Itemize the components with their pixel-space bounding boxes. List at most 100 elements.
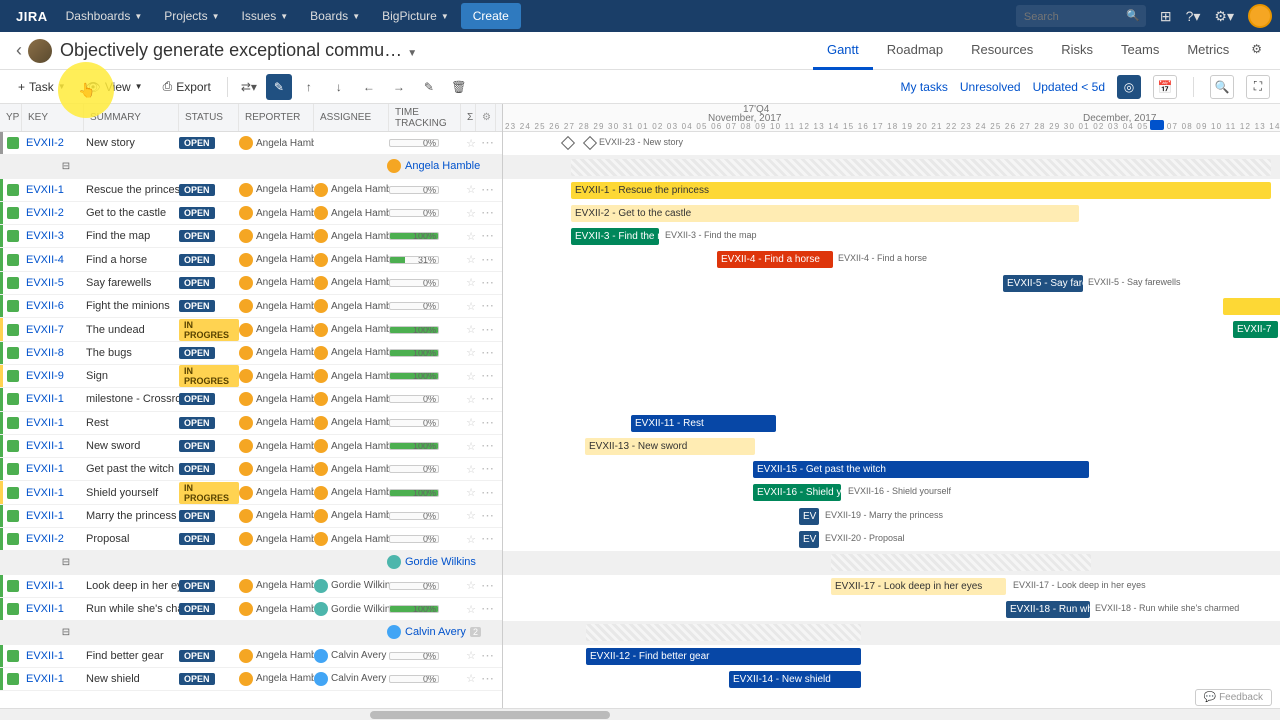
gantt-row[interactable] <box>503 388 1280 411</box>
task-row[interactable]: EVXII-2 Proposal OPEN Angela Hamble Ange… <box>0 528 502 551</box>
feedback-button[interactable]: 💬 Feedback <box>1195 689 1272 706</box>
group-row[interactable]: ⊟ Calvin Avery 2 <box>0 621 502 644</box>
gantt-bar[interactable]: EVXII-11 - Rest <box>631 415 776 432</box>
milestone-icon[interactable] <box>561 136 575 150</box>
grid-body[interactable]: EVXII-2 New story OPEN Angela Hamble 0% … <box>0 132 502 720</box>
gantt-row[interactable]: EVXII-23 - New story <box>503 132 1280 155</box>
more-icon[interactable]: ⋯ <box>481 252 499 268</box>
issue-summary[interactable]: New sword <box>84 440 179 452</box>
group-row[interactable]: ⊟ Gordie Wilkins <box>0 551 502 574</box>
tab-resources[interactable]: Resources <box>957 32 1047 70</box>
tab-metrics[interactable]: Metrics <box>1173 32 1243 70</box>
gantt-row[interactable]: EVXII-13 - New sword <box>503 435 1280 458</box>
search-input[interactable] <box>1024 11 1118 23</box>
col-status[interactable]: STATUS <box>179 104 239 131</box>
col-settings-icon[interactable]: ⚙ <box>476 104 496 131</box>
issue-key[interactable]: EVXII-2 <box>22 137 84 149</box>
task-row[interactable]: EVXII-3 Find the map OPEN Angela Hamble … <box>0 225 502 248</box>
star-icon[interactable]: ☆ <box>461 533 481 546</box>
issue-summary[interactable]: Find the map <box>84 230 179 242</box>
star-icon[interactable]: ☆ <box>461 416 481 429</box>
issue-summary[interactable]: Marry the princess <box>84 510 179 522</box>
issue-summary[interactable]: Rest <box>84 417 179 429</box>
link-mode-icon[interactable]: ⇄▾ <box>236 74 262 100</box>
help-icon[interactable]: ?▾ <box>1186 8 1201 25</box>
issue-summary[interactable]: Look deep in her eyes <box>84 580 179 592</box>
issue-key[interactable]: EVXII-1 <box>22 463 84 475</box>
collapse-icon[interactable]: ⊟ <box>55 161 77 172</box>
more-icon[interactable]: ⋯ <box>481 228 499 244</box>
issue-key[interactable]: EVXII-2 <box>22 533 84 545</box>
jira-logo[interactable]: JIRA <box>8 9 56 24</box>
gantt-row[interactable]: EVXII-4 - Find a horseEVXII-4 - Find a h… <box>503 248 1280 271</box>
more-icon[interactable]: ⋯ <box>481 601 499 617</box>
view-button[interactable]: 👁View▼ <box>78 76 151 98</box>
issue-summary[interactable]: Fight the minions <box>84 300 179 312</box>
create-button[interactable]: Create <box>461 3 521 29</box>
gantt-row[interactable]: EVXII-16 - Shield yoursEVXII-16 - Shield… <box>503 481 1280 504</box>
issue-summary[interactable]: Run while she's charm <box>84 603 179 615</box>
fullscreen-icon[interactable]: ⛶ <box>1246 75 1270 99</box>
nav-dashboards[interactable]: Dashboards▼ <box>56 3 153 29</box>
star-icon[interactable]: ☆ <box>461 393 481 406</box>
more-icon[interactable]: ⋯ <box>481 415 499 431</box>
task-row[interactable]: EVXII-1 Rest OPEN Angela Hamble Angela H… <box>0 412 502 435</box>
col-time[interactable]: TIME TRACKING <box>389 104 461 131</box>
star-icon[interactable]: ☆ <box>461 486 481 499</box>
gantt-bar[interactable]: EVXII-4 - Find a horse <box>717 251 833 268</box>
task-row[interactable]: EVXII-8 The bugs OPEN Angela Hamble Ange… <box>0 342 502 365</box>
gantt-row[interactable]: EVXII-12 - Find better gear <box>503 645 1280 668</box>
issue-key[interactable]: EVXII-1 <box>22 580 84 592</box>
arrow-right-icon[interactable]: → <box>386 74 412 100</box>
calendar-icon[interactable]: 📅 <box>1153 75 1177 99</box>
issue-key[interactable]: EVXII-1 <box>22 673 84 685</box>
issue-key[interactable]: EVXII-7 <box>22 324 84 336</box>
nav-projects[interactable]: Projects▼ <box>154 3 229 29</box>
pencil-icon[interactable]: ✎ <box>416 74 442 100</box>
more-icon[interactable]: ⋯ <box>481 461 499 477</box>
tab-teams[interactable]: Teams <box>1107 32 1173 70</box>
issue-summary[interactable]: Rescue the princess <box>84 184 179 196</box>
gantt-row[interactable]: EVXII-2 - Get to the castle <box>503 202 1280 225</box>
tab-gantt[interactable]: Gantt <box>813 32 873 70</box>
more-icon[interactable]: ⋯ <box>481 298 499 314</box>
col-assignee[interactable]: ASSIGNEE <box>314 104 389 131</box>
issue-summary[interactable]: The undead <box>84 324 179 336</box>
task-row[interactable]: EVXII-1 Rescue the princess OPEN Angela … <box>0 179 502 202</box>
issue-summary[interactable]: Say farewells <box>84 277 179 289</box>
more-icon[interactable]: ⋯ <box>481 578 499 594</box>
arrow-up-icon[interactable]: ↑ <box>296 74 322 100</box>
filter-unresolved[interactable]: Unresolved <box>960 80 1021 94</box>
issue-key[interactable]: EVXII-5 <box>22 277 84 289</box>
gantt-bar[interactable]: EVXII-15 - Get past the witch <box>753 461 1089 478</box>
task-row[interactable]: EVXII-1 Look deep in her eyes OPEN Angel… <box>0 575 502 598</box>
gantt-row[interactable]: EVXII-3 - Find the mapEVXII-3 - Find the… <box>503 225 1280 248</box>
gantt-bar[interactable]: EVXII-5 - Say farew <box>1003 275 1083 292</box>
gantt-row[interactable] <box>503 295 1280 318</box>
issue-key[interactable]: EVXII-1 <box>22 650 84 662</box>
gantt-row[interactable]: EVXII-5 - Say farewEVXII-5 - Say farewel… <box>503 272 1280 295</box>
gantt-bar[interactable]: EVXII-12 - Find better gear <box>586 648 861 665</box>
col-key[interactable]: KEY <box>22 104 84 131</box>
task-row[interactable]: EVXII-1 Marry the princess OPEN Angela H… <box>0 505 502 528</box>
issue-summary[interactable]: New shield <box>84 673 179 685</box>
task-row[interactable]: EVXII-1 milestone - Crossroads OPEN Ange… <box>0 388 502 411</box>
settings-tab[interactable]: ⚙ <box>1243 32 1270 70</box>
issue-summary[interactable]: Get to the castle <box>84 207 179 219</box>
gantt-row[interactable]: EVXII-11 - Rest <box>503 412 1280 435</box>
filter-mytasks[interactable]: My tasks <box>901 80 948 94</box>
star-icon[interactable]: ☆ <box>461 346 481 359</box>
more-icon[interactable]: ⋯ <box>481 648 499 664</box>
more-icon[interactable]: ⋯ <box>481 485 499 501</box>
star-icon[interactable]: ☆ <box>461 370 481 383</box>
collapse-icon[interactable]: ⊟ <box>55 557 77 568</box>
nav-bigpicture[interactable]: BigPicture▼ <box>372 3 459 29</box>
more-icon[interactable]: ⋯ <box>481 391 499 407</box>
star-icon[interactable]: ☆ <box>461 672 481 685</box>
col-type[interactable]: YP <box>0 104 22 131</box>
issue-summary[interactable]: Find better gear <box>84 650 179 662</box>
issue-key[interactable]: EVXII-1 <box>22 440 84 452</box>
gantt-bar[interactable]: EVXII-2 - Get to the castle <box>571 205 1079 222</box>
gantt-bar[interactable]: EVXII-16 - Shield yours <box>753 484 841 501</box>
gantt-body[interactable]: EVXII-23 - New storyEVXII-1 - Rescue the… <box>503 132 1280 720</box>
